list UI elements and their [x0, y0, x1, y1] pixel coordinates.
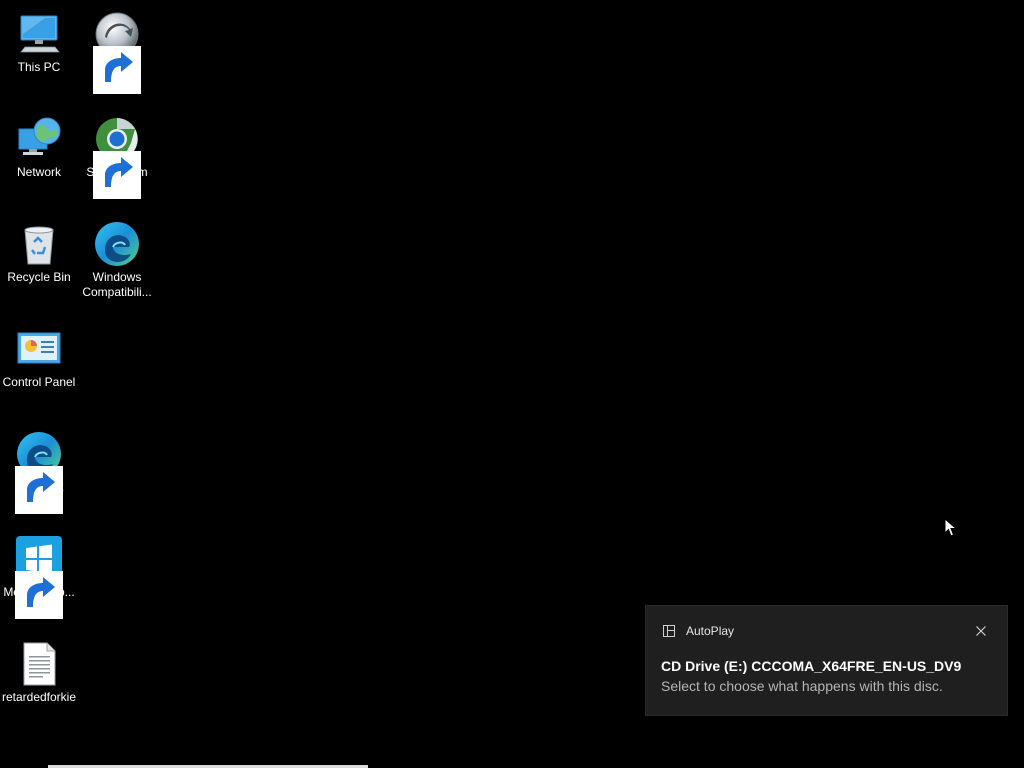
desktop-icon-microsoft-edge[interactable]: Microsoft Edge: [1, 426, 77, 514]
desktop-icon-windows-compatibility[interactable]: Windows Compatibili...: [79, 216, 155, 300]
desktop-icon-label: Windows Compatibili...: [82, 270, 152, 299]
metro-sidebar-icon: [15, 535, 63, 619]
desktop-icon-text-file[interactable]: retardedforkie: [1, 636, 77, 705]
control-panel-icon: [15, 325, 63, 373]
desktop-icon-label: Network: [16, 165, 61, 179]
autoplay-notification[interactable]: AutoPlay CD Drive (E:) CCCOMA_X64FRE_EN-…: [645, 605, 1008, 716]
notification-body: Select to choose what happens with this …: [661, 678, 943, 694]
start-exe-icon: [93, 10, 141, 94]
shortcut-arrow-icon: [15, 466, 63, 514]
desktop-icon-recycle-bin[interactable]: Recycle Bin: [1, 216, 77, 285]
close-notification-button[interactable]: [973, 623, 989, 639]
close-icon: [976, 626, 986, 636]
notification-header: AutoPlay: [662, 624, 734, 638]
supermium-icon: [93, 115, 141, 199]
desktop-icon-this-pc[interactable]: This PC: [1, 6, 77, 75]
desktop-icon-label: Recycle Bin: [7, 270, 71, 284]
notification-app-name: AutoPlay: [686, 624, 735, 638]
desktop-icon-start-exe[interactable]: Start.exe: [79, 6, 155, 94]
shortcut-arrow-icon: [93, 151, 141, 199]
desktop-icon-label: Control Panel: [2, 375, 76, 389]
edge-icon: [93, 220, 141, 268]
edge-icon: [15, 430, 63, 514]
network-icon: [15, 115, 63, 163]
shortcut-arrow-icon: [93, 46, 141, 94]
text-document-icon: [15, 640, 63, 688]
desktop-icon-supermium[interactable]: Supermium: [79, 111, 155, 199]
desktop-icon-control-panel[interactable]: Control Panel: [1, 321, 77, 390]
mouse-cursor-icon: [944, 518, 958, 537]
autoplay-icon: [663, 625, 675, 637]
recycle-bin-icon: [15, 220, 63, 268]
desktop-icon-network[interactable]: Network: [1, 111, 77, 180]
desktop-icon-label: retardedforkie: [1, 690, 77, 704]
desktop-icon-metro-sidebar[interactable]: MetroSideb...: [1, 531, 77, 619]
notification-title: CD Drive (E:) CCCOMA_X64FRE_EN-US_DV9: [661, 658, 962, 674]
desktop[interactable]: This PC Start.exe: [0, 0, 1024, 768]
this-pc-icon: [15, 10, 63, 58]
desktop-icon-label: This PC: [17, 60, 61, 74]
shortcut-arrow-icon: [15, 571, 63, 619]
